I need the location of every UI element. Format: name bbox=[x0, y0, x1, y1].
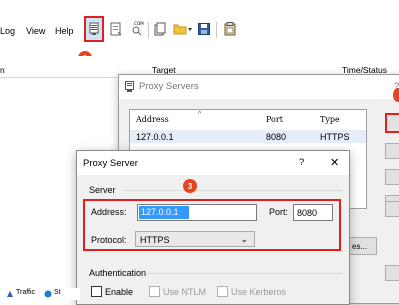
menu-view[interactable]: View bbox=[26, 26, 45, 36]
clear-icon[interactable] bbox=[108, 20, 124, 38]
edit-button[interactable]: E bbox=[385, 169, 399, 185]
column-header-left[interactable]: n bbox=[0, 65, 5, 75]
use-kerberos-label: Use Kerberos bbox=[231, 287, 287, 297]
step-badge-partial bbox=[393, 88, 399, 102]
proxy-servers-title: Proxy Servers bbox=[139, 81, 199, 92]
proxy-servers-titlebar: Proxy Servers ? bbox=[119, 75, 399, 99]
traffic-tab[interactable]: Traffic bbox=[16, 289, 35, 296]
group-divider bbox=[123, 190, 343, 191]
options-button[interactable]: O bbox=[385, 201, 399, 217]
row-port: 8080 bbox=[266, 132, 287, 142]
authentication-group-label: Authentication bbox=[89, 268, 147, 278]
server-group-label: Server bbox=[89, 185, 116, 195]
protocol-value: HTTPS bbox=[140, 235, 170, 245]
svg-text:.COM: .COM bbox=[133, 21, 144, 26]
use-kerberos-checkbox[interactable] bbox=[217, 286, 228, 297]
bottom-tabs: Traffic St bbox=[0, 288, 80, 300]
open-folder-icon[interactable] bbox=[172, 20, 194, 38]
use-ntlm-label: Use NTLM bbox=[163, 287, 207, 297]
help-icon[interactable]: ? bbox=[299, 157, 304, 168]
add-button[interactable] bbox=[385, 113, 399, 133]
save-icon[interactable] bbox=[196, 20, 212, 38]
column-header-type[interactable]: Type bbox=[320, 110, 340, 130]
proxy-servers-icon bbox=[125, 81, 134, 95]
protocol-label: Protocol: bbox=[91, 235, 127, 245]
protocol-select[interactable]: HTTPS ⌄ bbox=[135, 231, 255, 247]
enable-checkbox[interactable] bbox=[91, 286, 102, 297]
port-label: Port: bbox=[269, 207, 289, 217]
step-badge-3: 3 bbox=[183, 179, 197, 193]
column-header-address[interactable]: Address bbox=[136, 110, 169, 130]
clipboard-icon[interactable] bbox=[222, 20, 238, 38]
copy-icon[interactable] bbox=[152, 20, 168, 38]
enable-label: Enable bbox=[105, 287, 134, 297]
use-ntlm-checkbox[interactable] bbox=[149, 286, 160, 297]
proxy-server-dialog: Proxy Server ? ✕ Server 3 Address: 127.0… bbox=[76, 150, 350, 305]
sort-ascending-icon: ^ bbox=[198, 111, 202, 118]
group-divider bbox=[147, 273, 343, 274]
traffic-icon bbox=[6, 290, 14, 300]
row-address: 127.0.0.1 bbox=[136, 132, 174, 142]
toolbar-divider bbox=[148, 22, 149, 38]
row-type: HTTPS bbox=[320, 132, 350, 142]
table-row[interactable]: 127.0.0.1 8080 HTTPS bbox=[130, 130, 366, 143]
menu-log[interactable]: Log bbox=[0, 26, 15, 36]
address-label: Address: bbox=[91, 207, 127, 217]
chevron-down-icon: ⌄ bbox=[240, 234, 248, 244]
menu-toolbar-bar: Log View Help .COM bbox=[0, 14, 399, 50]
proxy-server-titlebar: Proxy Server ? ✕ bbox=[77, 151, 349, 175]
dns-icon[interactable]: .COM bbox=[128, 18, 146, 38]
status-icon bbox=[44, 290, 52, 300]
port-input[interactable] bbox=[293, 204, 333, 221]
side-button[interactable] bbox=[385, 265, 399, 281]
close-icon[interactable]: ✕ bbox=[330, 156, 339, 169]
proxy-server-title: Proxy Server bbox=[83, 158, 138, 169]
status-tab[interactable]: St bbox=[54, 289, 61, 296]
column-header-port[interactable]: Port bbox=[266, 110, 283, 130]
menu-help[interactable]: Help bbox=[55, 26, 74, 36]
address-selection: 127.0.0.1 bbox=[139, 206, 189, 219]
side-button[interactable] bbox=[385, 143, 399, 159]
toolbar-divider bbox=[216, 22, 217, 38]
proxy-list-icon[interactable] bbox=[84, 16, 104, 42]
